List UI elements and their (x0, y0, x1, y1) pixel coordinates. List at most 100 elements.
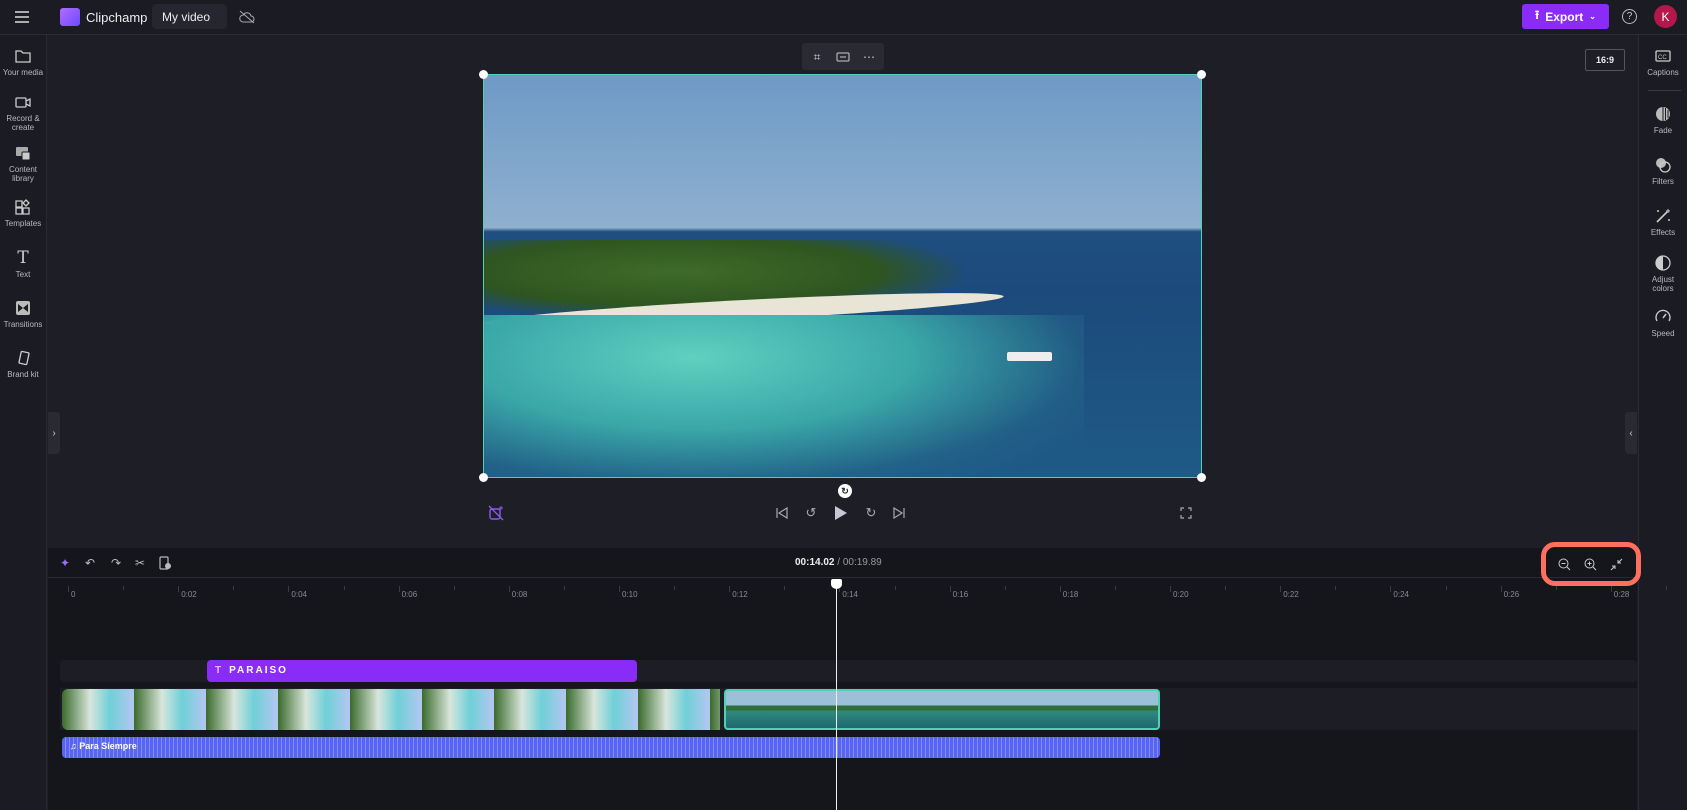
sidebar-label: Text (15, 270, 31, 279)
ruler-minor-tick (1335, 586, 1337, 590)
lagoon-image (484, 315, 1084, 477)
clipchamp-logo (60, 8, 80, 26)
ruler-tick (288, 586, 290, 592)
ruler-tick (1059, 586, 1061, 592)
menu-icon[interactable] (12, 8, 32, 26)
expand-left-panel-button[interactable]: › (48, 412, 60, 454)
remove-background-icon[interactable] (487, 504, 505, 522)
svg-text:CC: CC (1658, 55, 1667, 61)
video-preview[interactable] (483, 74, 1202, 478)
ruler-tick (1390, 586, 1392, 592)
sidebar-item-brand-kit[interactable]: Brand kit (0, 349, 46, 379)
effects-icon (1654, 207, 1672, 225)
project-title-input[interactable]: My video (152, 4, 227, 29)
fit-icon[interactable] (834, 48, 852, 66)
ruler-minor-tick (674, 586, 676, 590)
aspect-ratio-button[interactable]: 16:9 (1585, 49, 1625, 71)
sidebar-item-filters[interactable]: Filters (1639, 156, 1687, 186)
skip-to-start-icon[interactable] (774, 504, 790, 522)
fullscreen-icon[interactable] (1178, 505, 1194, 521)
ruler-label: 0:20 (1173, 590, 1189, 599)
fade-icon (1654, 105, 1672, 123)
export-label: Export (1545, 9, 1584, 24)
sidebar-item-record-create[interactable]: Record & create (0, 93, 46, 132)
resize-handle[interactable] (1197, 70, 1206, 79)
sidebar-label: Adjust colors (1651, 275, 1675, 293)
sidebar-item-speed[interactable]: Speed (1639, 308, 1687, 338)
sidebar-label: Transitions (3, 320, 43, 329)
text-icon: T (215, 665, 224, 676)
ruler-tick (1610, 586, 1612, 592)
ruler-label: 0:16 (952, 590, 969, 599)
sidebar-item-captions[interactable]: CC Captions (1639, 47, 1687, 77)
ruler-minor-tick (784, 586, 786, 590)
speed-icon (1654, 308, 1672, 326)
collapse-right-panel-button[interactable]: ‹ (1625, 412, 1637, 454)
ruler-minor-tick (1445, 586, 1447, 590)
sidebar-item-text[interactable]: T Text (0, 249, 46, 279)
ruler-label: 0:26 (1503, 590, 1520, 599)
ruler-minor-tick (453, 586, 455, 590)
clip-toolbar: ⌗ ⋯ (802, 43, 884, 70)
forward-5s-icon[interactable]: ↻ (862, 504, 880, 522)
playhead[interactable] (831, 579, 842, 810)
ruler-minor-tick (894, 586, 896, 590)
sidebar-item-templates[interactable]: Templates (0, 198, 46, 228)
ruler-label: 0:14 (842, 590, 858, 599)
resize-handle[interactable] (1197, 473, 1206, 482)
ruler-minor-tick (563, 586, 565, 590)
ruler-label: 0:18 (1062, 590, 1079, 599)
ruler-tick (1280, 586, 1282, 592)
sidebar-item-content-library[interactable]: Content library (0, 144, 46, 183)
resize-handle[interactable] (479, 70, 488, 79)
playhead-handle[interactable] (831, 579, 842, 589)
ruler-label: 0:06 (401, 590, 418, 599)
ruler-label: 0:28 (1613, 590, 1630, 599)
ruler-tick (398, 586, 400, 592)
sidebar-item-your-media[interactable]: Your media (0, 47, 46, 77)
sidebar-label: Templates (4, 219, 42, 228)
ruler-tick (1500, 586, 1502, 592)
ruler-minor-tick (1114, 586, 1116, 590)
help-icon[interactable]: ? (1622, 9, 1637, 24)
sidebar-item-effects[interactable]: Effects (1639, 207, 1687, 237)
templates-icon (14, 198, 32, 216)
resize-handle[interactable] (479, 473, 488, 482)
rotate-handle-icon[interactable]: ↻ (838, 484, 852, 498)
sidebar-label: Captions (1647, 68, 1679, 77)
ruler-minor-tick (1225, 586, 1227, 590)
more-options-icon[interactable]: ⋯ (860, 48, 878, 66)
sidebar-item-fade[interactable]: Fade (1639, 105, 1687, 135)
library-icon (14, 144, 32, 162)
right-sidebar: CC Captions Fade Filters Effects Adjust c… (1638, 35, 1687, 810)
timeline-ruler[interactable]: 0 0:02 0:04 0:06 0:08 0:10 0:12 0:14 0:16 0:18 0:2… (48, 548, 1667, 599)
crop-icon[interactable]: ⌗ (808, 48, 826, 66)
skip-to-end-icon[interactable] (891, 504, 907, 522)
text-icon: T (17, 248, 29, 268)
ruler-tick (1170, 586, 1171, 592)
ruler-tick (949, 586, 951, 592)
avatar[interactable]: K (1654, 5, 1677, 28)
ruler-minor-tick (233, 586, 235, 590)
ruler-tick (508, 586, 510, 592)
video-clip-1[interactable] (62, 689, 720, 730)
sidebar-label: Fade (1653, 126, 1673, 135)
ruler-label: 0:02 (181, 590, 197, 599)
sidebar-item-transitions[interactable]: Transitions (0, 299, 46, 329)
ruler-minor-tick (1665, 586, 1667, 590)
ruler-label: 0:22 (1283, 590, 1299, 599)
ruler-tick (729, 586, 731, 592)
rewind-5s-icon[interactable]: ↺ (802, 504, 820, 522)
adjust-colors-icon (1654, 254, 1672, 272)
audio-clip[interactable]: ♫ Para Siempre (62, 737, 1160, 758)
export-button[interactable]: ⭱ Export ⌄ (1522, 4, 1609, 29)
video-clip-2[interactable] (724, 689, 1160, 730)
sidebar-item-adjust-colors[interactable]: Adjust colors (1639, 254, 1687, 293)
ruler-label: 0:24 (1393, 590, 1409, 599)
cloud-off-icon (238, 8, 256, 26)
play-button[interactable] (831, 503, 851, 523)
sidebar-label: Effects (1650, 228, 1676, 237)
cc-icon: CC (1654, 47, 1672, 65)
sidebar-label: Speed (1651, 329, 1675, 338)
text-clip[interactable]: T PARAISO (207, 660, 637, 682)
